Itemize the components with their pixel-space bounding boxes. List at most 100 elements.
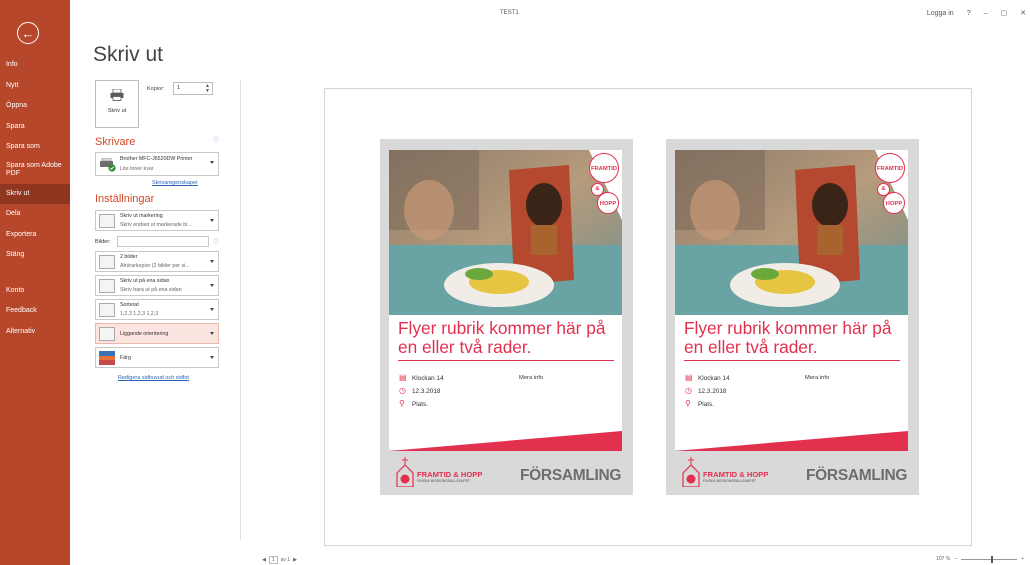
layout-desc: Åhörarkopior (2 bilder per si... — [120, 263, 190, 269]
settings-heading: Inställningar — [95, 193, 155, 205]
badge-framtid: FRAMTID — [875, 153, 905, 183]
date-text: 12.3.2018 — [698, 388, 727, 395]
nav-item-save-as-pdf[interactable]: Spara som Adobe PDF — [0, 158, 70, 184]
flyer-photo — [389, 150, 622, 315]
chevron-down-icon — [210, 356, 214, 359]
chevron-down-icon — [210, 219, 214, 222]
nav-item-export[interactable]: Exportera — [0, 225, 70, 246]
parish-label: FÖRSAMLING — [806, 467, 908, 484]
flyer-headline: Flyer rubrik kommer här på en eller två … — [398, 318, 606, 357]
minimize-icon[interactable]: – — [984, 10, 988, 17]
place-row: ⚲ Plats. — [399, 399, 428, 408]
color-icon — [99, 351, 115, 365]
zoom-control: 107 % – + — [936, 555, 1024, 563]
slides-input[interactable] — [117, 236, 209, 247]
nav-item-info[interactable]: Info — [0, 55, 70, 76]
headline-divider — [398, 360, 614, 361]
calendar-icon: ▤ — [399, 373, 407, 382]
zoom-slider[interactable] — [961, 555, 1018, 563]
nav-item-account[interactable]: Konto — [0, 281, 70, 302]
page-title: Skriv ut — [93, 43, 164, 66]
time-row: ▤ Klockan 14 — [685, 373, 730, 382]
red-stripe — [675, 431, 908, 451]
red-stripe — [389, 431, 622, 451]
zoom-slider-handle[interactable] — [991, 555, 994, 563]
nav-item-save[interactable]: Spara — [0, 117, 70, 138]
flyer-preview-1: FRAMTID & HOPP Flyer rubrik kommer här p… — [380, 139, 633, 495]
color-dropdown[interactable]: Färg — [95, 347, 219, 368]
clock-icon: ◷ — [685, 386, 692, 395]
sides-title: Skriv ut på ena sidan — [120, 278, 170, 284]
copies-label: Kopior: — [147, 86, 165, 92]
logo-subtitle: FINSKA MISSIONSSÄLLSKAPET — [703, 479, 757, 483]
zoom-level[interactable]: 107 % — [936, 556, 950, 562]
printer-dropdown[interactable]: Brother MFC-J6520DW Printer Lite toner k… — [95, 152, 219, 176]
info-icon[interactable]: ⓘ — [213, 237, 219, 246]
back-arrow-icon[interactable]: ← — [17, 22, 39, 44]
orientation-dropdown[interactable]: Liggande orientering — [95, 323, 219, 344]
flyer-headline: Flyer rubrik kommer här på en eller två … — [684, 318, 892, 357]
page-total: av 1 — [280, 557, 291, 563]
print-preview-page: FRAMTID & HOPP Flyer rubrik kommer här p… — [324, 88, 972, 546]
close-icon[interactable]: ✕ — [1020, 9, 1026, 17]
print-button-label: Skriv ut — [107, 108, 127, 114]
badge-hopp: HOPP — [597, 192, 619, 214]
more-info-text: Mera info — [805, 375, 830, 381]
collate-dropdown[interactable]: Sorterat 1,2,3 1,2,3 1,2,3 — [95, 299, 219, 320]
chevron-down-icon — [210, 260, 214, 263]
flyer-content: FRAMTID & HOPP Flyer rubrik kommer här p… — [675, 150, 908, 451]
date-row: ◷ 12.3.2018 — [685, 386, 726, 395]
flyer-content: FRAMTID & HOPP Flyer rubrik kommer här p… — [389, 150, 622, 451]
selection-icon — [99, 214, 115, 228]
chevron-down-icon — [210, 284, 214, 287]
place-text: Plats. — [412, 401, 428, 408]
printer-properties-link[interactable]: Skrivaregenskaper — [152, 180, 198, 186]
nav-item-options[interactable]: Alternativ — [0, 322, 70, 343]
sides-dropdown[interactable]: Skriv ut på ena sidan Skriv bara ut på e… — [95, 275, 219, 296]
restore-icon[interactable]: ▢ — [1001, 9, 1008, 17]
page-navigator: ◀ 1 av 1 ▶ — [262, 556, 297, 564]
help-icon[interactable]: ? — [967, 10, 971, 17]
two-slides-icon — [99, 255, 115, 269]
location-pin-icon: ⚲ — [685, 399, 691, 408]
nav-item-close[interactable]: Stäng — [0, 245, 70, 266]
parish-label: FÖRSAMLING — [520, 467, 622, 484]
place-text: Plats. — [698, 401, 714, 408]
one-sided-icon — [99, 279, 115, 293]
previous-page-icon[interactable]: ◀ — [262, 557, 266, 563]
nav-list: Info Nytt Öppna Spara Spara som Spara so… — [0, 55, 70, 342]
zoom-in-icon[interactable]: + — [1021, 556, 1024, 562]
login-link[interactable]: Logga in — [927, 10, 954, 17]
nav-item-open[interactable]: Öppna — [0, 96, 70, 117]
nav-item-print[interactable]: Skriv ut — [0, 183, 70, 204]
print-range-dropdown[interactable]: Skriv ut markering Skriv endast ut marke… — [95, 210, 219, 231]
badge-hopp: HOPP — [883, 192, 905, 214]
nav-item-share[interactable]: Dela — [0, 204, 70, 225]
sides-desc: Skriv bara ut på ena sidan — [120, 287, 182, 293]
copies-stepper[interactable]: 1 ▲ ▼ — [173, 82, 213, 95]
page-number-input[interactable]: 1 — [268, 556, 278, 564]
backstage-nav: ← Info Nytt Öppna Spara Spara som Spara … — [0, 0, 70, 565]
nav-item-new[interactable]: Nytt — [0, 76, 70, 97]
nav-item-save-as[interactable]: Spara som — [0, 137, 70, 158]
printer-status-icon — [100, 158, 116, 172]
window-controls: Logga in ? – ▢ ✕ — [914, 9, 1026, 18]
slides-label: Bilder: — [95, 239, 111, 245]
print-button[interactable]: Skriv ut — [95, 80, 139, 128]
info-icon[interactable]: ⓘ — [213, 135, 219, 144]
collate-desc: 1,2,3 1,2,3 1,2,3 — [120, 311, 159, 317]
landscape-icon — [99, 327, 115, 341]
calendar-icon: ▤ — [685, 373, 693, 382]
badge-framtid: FRAMTID — [589, 153, 619, 183]
collate-icon — [99, 303, 115, 317]
header-footer-link[interactable]: Redigera sidhuvud och sidfot — [118, 375, 189, 381]
nav-item-feedback[interactable]: Feedback — [0, 301, 70, 322]
spinner-arrows-icon[interactable]: ▲ ▼ — [205, 84, 210, 94]
chevron-down-icon — [210, 308, 214, 311]
nav-gap — [0, 266, 70, 281]
flyer-footer: FRAMTID & HOPP FINSKA MISSIONSSÄLLSKAPET… — [666, 450, 919, 495]
next-page-icon[interactable]: ▶ — [293, 557, 297, 563]
place-row: ⚲ Plats. — [685, 399, 714, 408]
zoom-out-icon[interactable]: – — [954, 556, 957, 562]
layout-dropdown[interactable]: 2 bilder Åhörarkopior (2 bilder per si..… — [95, 251, 219, 272]
